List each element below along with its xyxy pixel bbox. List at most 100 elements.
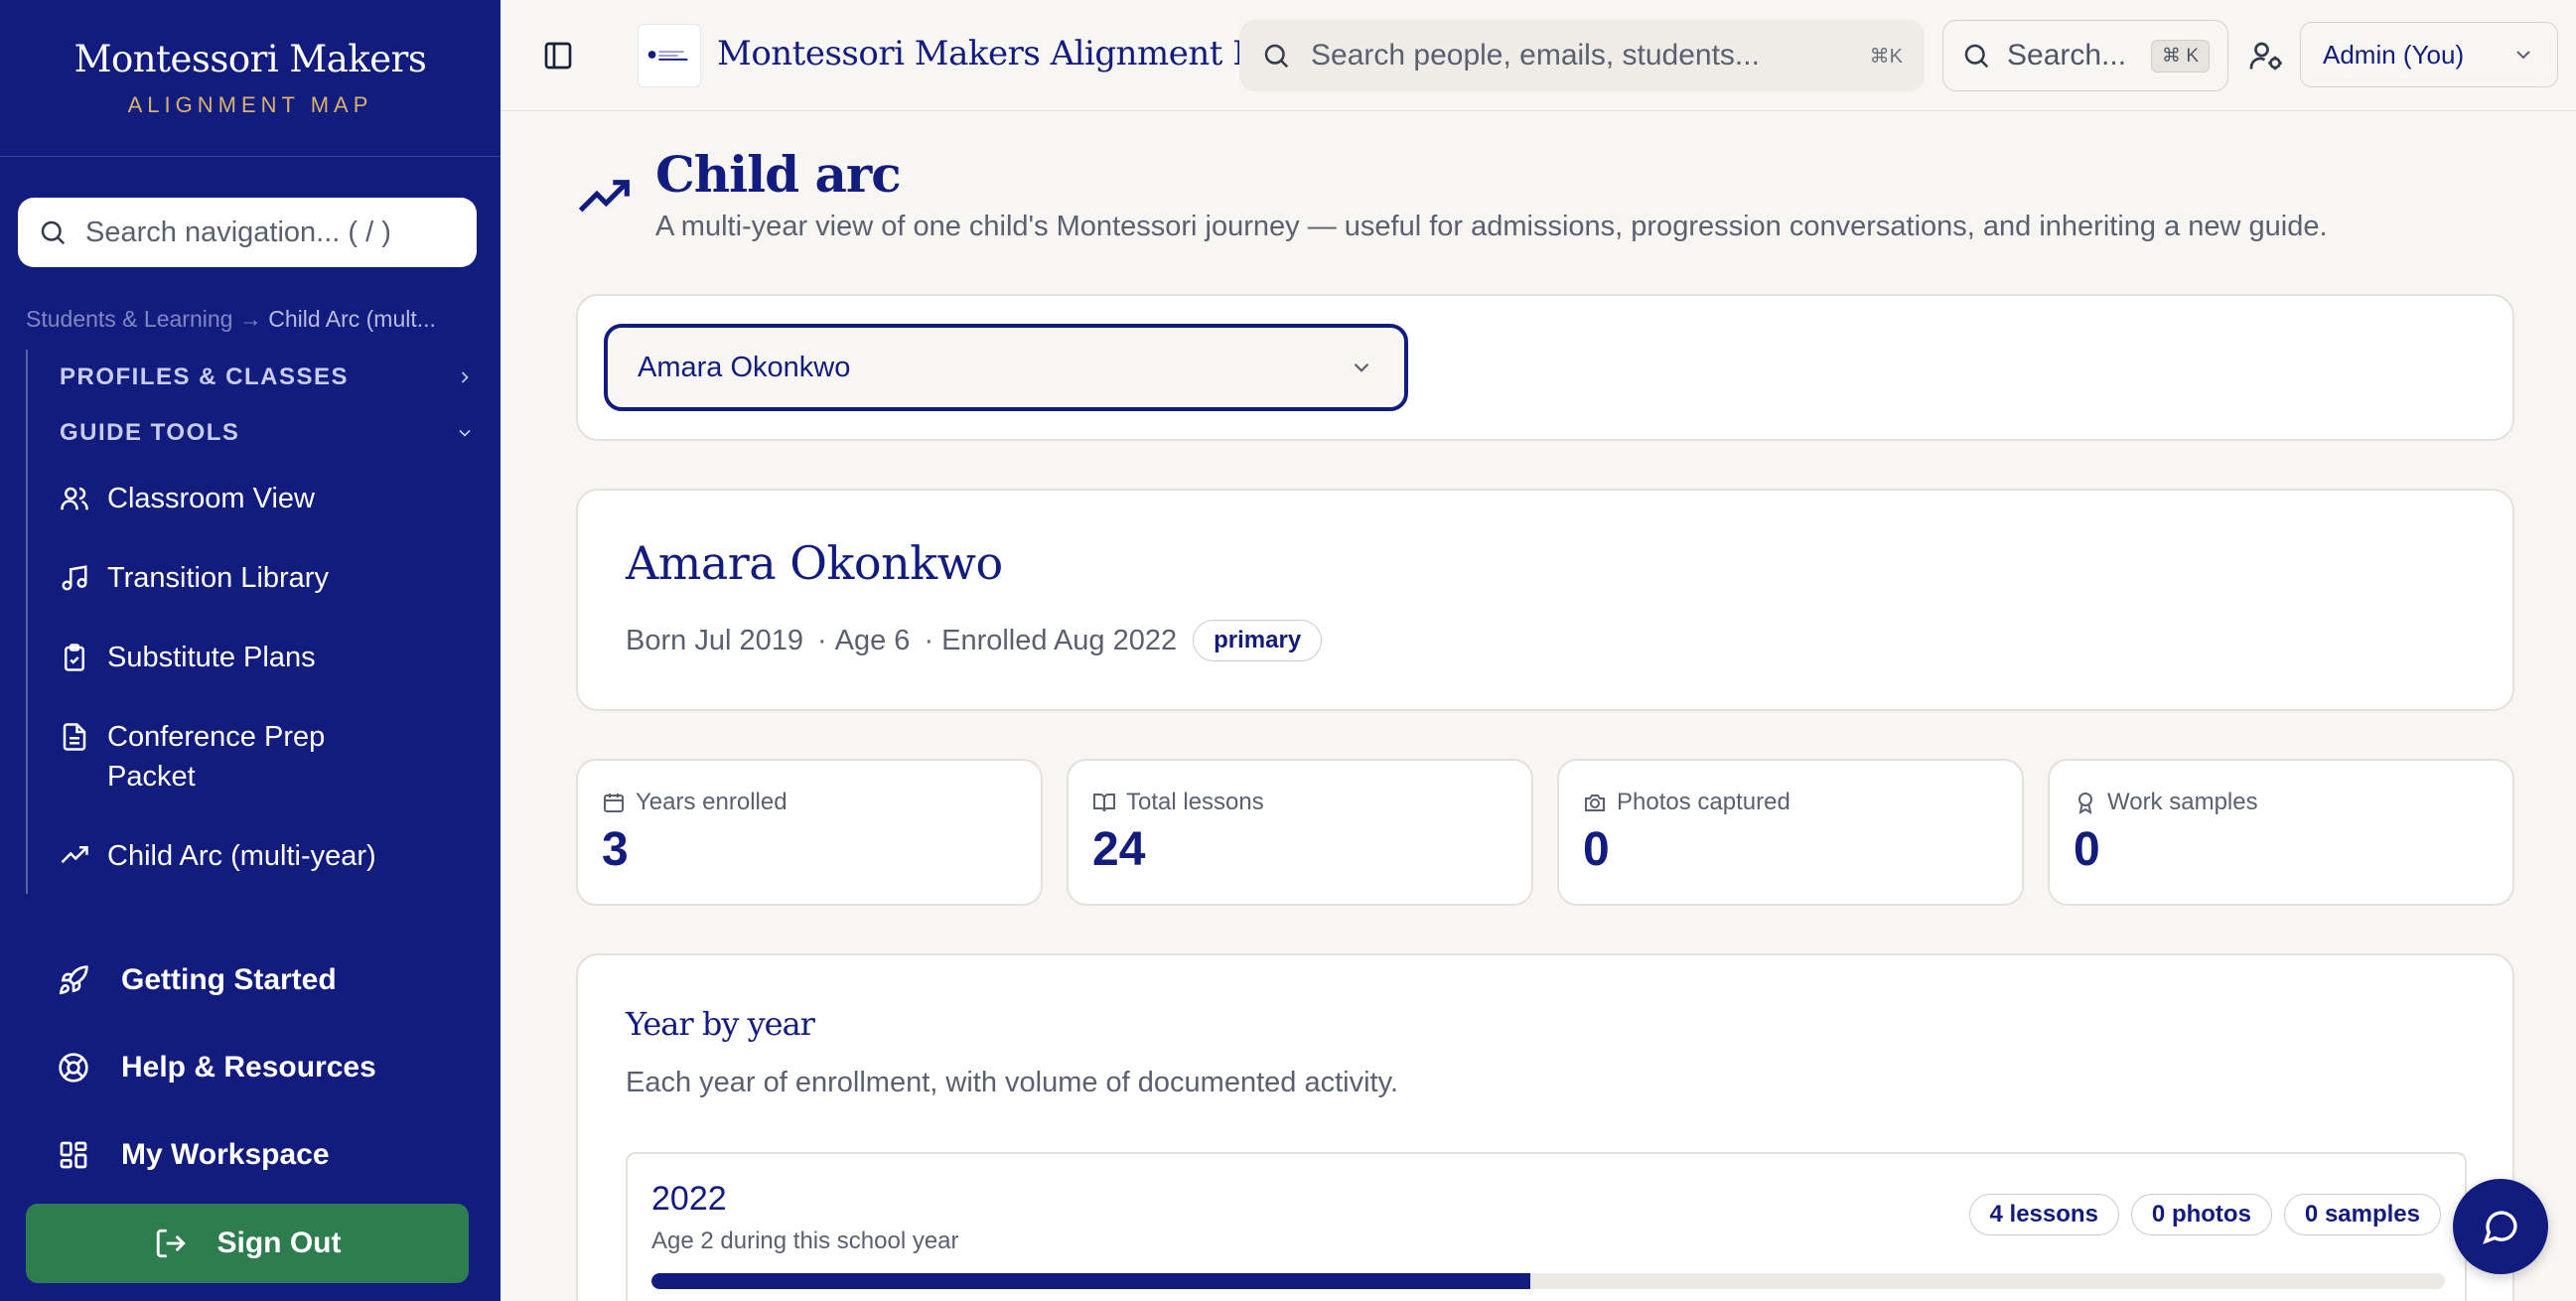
breadcrumb-parent[interactable]: Students & Learning [26,306,232,332]
stat-photos-captured: Photos captured 0 [1557,759,2024,906]
stat-label-text: Total lessons [1126,789,1264,815]
book-open-icon [1093,794,1115,812]
navigation-search-placeholder: Search navigation... ( / ) [85,216,391,248]
stat-label-text: Photos captured [1617,789,1790,815]
stat-total-lessons: Total lessons 24 [1067,759,1533,906]
breadcrumb-arrow: → [238,306,262,332]
stat-work-samples: Work samples 0 [2048,759,2514,906]
sidebar-item-substitute-plans[interactable]: Substitute Plans [60,638,316,677]
year-subtitle: Age 2 during this school year [651,1228,959,1254]
command-search-shortcut: ⌘ K [2151,39,2210,72]
sidebar-item-transition-library[interactable]: Transition Library [60,558,329,598]
sidebar-item-child-arc[interactable]: Child Arc (multi-year) [60,836,376,876]
search-shortcut-hint: ⌘K [1869,45,1903,68]
sidebar-item-conference-prep-packet[interactable]: Conference Prep Packet [60,717,358,796]
meta-separator: · [924,624,934,656]
stat-label-text: Years enrolled [636,789,787,815]
music-icon [62,565,87,591]
child-born: Born Jul 2019 [626,624,803,656]
group-profiles-label: PROFILES & CLASSES [60,363,350,390]
role-label: Admin (You) [2323,39,2465,70]
activity-progress-fill [651,1273,1530,1289]
child-meta: Born Jul 2019 · Age 6 · Enrolled Aug 202… [626,620,1323,661]
lessons-count-badge: 4 lessons [1968,1194,2119,1235]
stat-label: Total lessons [1092,789,1264,816]
camera-icon [1585,795,1605,811]
stat-label-text: Work samples [2107,789,2258,815]
grid-icon [60,1141,87,1169]
year-by-year-description: Each year of enrollment, with volume of … [626,1067,1399,1098]
calendar-icon [604,794,624,812]
stat-label: Photos captured [1583,789,1790,816]
lifebuoy-icon [59,1053,88,1083]
stat-label: Work samples [2074,789,2258,816]
sidebar-help-resources[interactable]: Help & Resources [58,1051,376,1084]
breadcrumb-current: Child Arc (mult... [268,306,436,332]
global-search-input[interactable]: Search people, emails, students... ⌘K [1239,20,1925,91]
child-select[interactable]: Amara Okonkwo [604,324,1408,411]
sidebar-my-workspace-label: My Workspace [121,1138,330,1171]
chevron-down-icon [459,429,471,437]
level-badge: primary [1193,620,1323,661]
page-title: Child arc [655,145,902,204]
year-by-year-title: Year by year [626,1005,815,1043]
samples-count-badge: 0 samples [2283,1194,2441,1235]
child-selector-card: Amara Okonkwo [576,294,2514,441]
sidebar-item-label: Substitute Plans [107,642,316,673]
page-description: A multi-year view of one child's Montess… [655,211,2328,242]
sidebar-item-label: Child Arc (multi-year) [107,840,376,872]
command-search-button[interactable]: Search... ⌘ K [1942,20,2228,91]
group-guide-tools-label: GUIDE TOOLS [60,419,240,446]
app-title: Montessori Makers Alignment Map [717,34,1308,73]
navigation-search-input[interactable]: Search navigation... ( / ) [18,198,477,267]
sidebar-item-label: Conference Prep Packet [107,721,326,793]
breadcrumb: Students & Learning → Child Arc (mult... [26,306,473,333]
sidebar-item-label: Transition Library [107,562,329,594]
sidebar-getting-started-label: Getting Started [121,963,337,996]
sign-out-button[interactable]: Sign Out [26,1204,469,1283]
stat-years-enrolled: Years enrolled 3 [576,759,1043,906]
search-icon [1964,44,1989,69]
child-profile-card: Amara Okonkwo Born Jul 2019 · Age 6 · En… [576,489,2514,711]
role-switcher[interactable]: Admin (You) [2300,22,2558,87]
stat-value: 3 [602,823,629,876]
search-icon [41,220,66,245]
sidebar-getting-started[interactable]: Getting Started [58,963,337,997]
child-enrolled: Enrolled Aug 2022 [941,624,1178,656]
user-settings-icon[interactable] [2248,38,2284,73]
group-guide-tools[interactable]: GUIDE TOOLS [60,419,477,447]
stat-value: 0 [1583,823,1610,876]
child-name: Amara Okonkwo [626,536,1003,590]
chevron-down-icon [1354,362,1369,372]
brand-title: Montessori Makers [73,38,427,80]
group-profiles-classes[interactable]: PROFILES & CLASSES [60,363,477,391]
trending-up-icon [61,846,88,864]
brand[interactable]: Montessori Makers ALIGNMENT MAP [0,0,501,157]
top-bar: Montessori Makers Alignment Map Search p… [501,0,2576,111]
chat-button[interactable] [2453,1179,2548,1274]
sidebar-toggle-icon[interactable] [542,40,574,72]
log-out-icon [156,1229,186,1258]
users-icon [61,487,88,510]
year-by-year-card: Year by year Each year of enrollment, wi… [576,953,2514,1301]
chevron-right-icon [461,371,469,383]
app-logo[interactable] [638,24,701,87]
document-icon [63,723,86,751]
photos-count-badge: 0 photos [2130,1194,2272,1235]
clipboard-check-icon [65,644,84,671]
search-icon [1264,44,1289,69]
sidebar-help-resources-label: Help & Resources [121,1051,376,1084]
activity-progress-bar [651,1273,2445,1289]
stat-value: 0 [2074,823,2100,876]
stat-value: 24 [1092,823,1146,876]
award-icon [2078,793,2092,814]
year-counts: 4 lessons 0 photos 0 samples [1957,1194,2441,1235]
sidebar-item-classroom-view[interactable]: Classroom View [60,479,315,518]
chevron-down-icon [2516,51,2530,60]
sidebar-my-workspace[interactable]: My Workspace [58,1138,330,1172]
child-select-value: Amara Okonkwo [638,351,851,383]
year-row[interactable]: 2022 Age 2 during this school year 4 les… [626,1152,2467,1301]
sidebar: Montessori Makers ALIGNMENT MAP Search n… [0,0,501,1301]
stat-label: Years enrolled [602,789,787,816]
sign-out-label: Sign Out [216,1227,342,1259]
